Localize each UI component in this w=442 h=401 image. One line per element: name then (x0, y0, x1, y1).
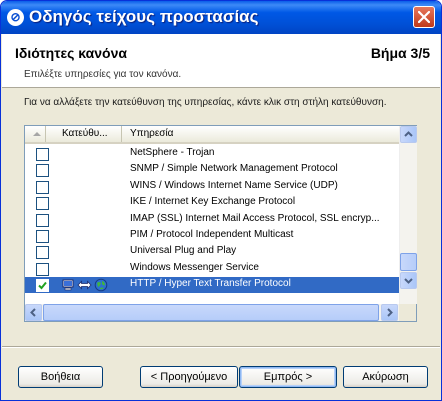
scrollbar-corner (399, 304, 416, 321)
step-indicator: Βήμα 3/5 (370, 45, 430, 61)
column-header-check[interactable] (25, 126, 46, 142)
services-list[interactable]: Κατεύθυ... Υπηρεσία NetSphere - Trojan SN… (24, 125, 417, 322)
service-checkbox[interactable] (36, 262, 49, 276)
firewall-app-icon: ⊘ (7, 9, 24, 26)
list-item[interactable]: HTTP / Hyper Text Transfer Protocol (25, 277, 399, 294)
service-checkbox[interactable] (36, 164, 49, 178)
scroll-right-button[interactable] (381, 304, 398, 321)
scroll-down-button[interactable] (400, 272, 417, 289)
vertical-scroll-thumb[interactable] (400, 253, 417, 271)
list-item[interactable]: NetSphere - Trojan (25, 146, 399, 162)
list-header: Κατεύθυ... Υπηρεσία (25, 126, 399, 144)
wizard-header: Ιδιότητες κανόνα Βήμα 3/5 Επιλέξτε υπηρε… (2, 34, 440, 88)
list-rows: NetSphere - Trojan SNMP / Simple Network … (25, 146, 399, 294)
list-item[interactable]: Windows Messenger Service (25, 261, 399, 277)
horizontal-scroll-thumb[interactable] (43, 304, 379, 321)
chevron-left-icon (30, 308, 36, 317)
chevron-right-icon (387, 308, 393, 317)
cancel-button[interactable]: Ακύρωση (343, 366, 428, 388)
chevron-up-icon (404, 131, 413, 137)
list-item[interactable]: PIM / Protocol Independent Multicast (25, 228, 399, 244)
service-checkbox[interactable] (36, 279, 49, 293)
chevron-down-icon (404, 278, 413, 284)
service-name: IKE / Internet Key Exchange Protocol (130, 196, 296, 208)
list-item[interactable]: IKE / Internet Key Exchange Protocol (25, 195, 399, 211)
list-item[interactable]: WINS / Windows Internet Name Service (UD… (25, 179, 399, 195)
scroll-left-button[interactable] (25, 304, 42, 321)
button-separator (2, 346, 440, 348)
service-name: PIM / Protocol Independent Multicast (130, 229, 294, 240)
service-name: HTTP / Hyper Text Transfer Protocol (130, 278, 291, 290)
direction-cell[interactable] (61, 278, 108, 292)
computer-icon (62, 279, 74, 291)
list-item[interactable]: Universal Plug and Play (25, 244, 399, 260)
title-bar[interactable]: ⊘ Οδηγός τείχους προστασίας (1, 1, 441, 34)
globe-icon (94, 278, 108, 292)
page-subtitle: Επιλέξτε υπηρεσίες για τον κανόνα. (24, 69, 182, 80)
service-checkbox[interactable] (36, 246, 49, 260)
service-name: NetSphere - Trojan (130, 147, 215, 158)
scroll-up-button[interactable] (400, 126, 417, 143)
service-checkbox[interactable] (36, 180, 49, 194)
column-header-service[interactable]: Υπηρεσία (124, 126, 400, 142)
service-name: Windows Messenger Service (130, 261, 259, 273)
close-button[interactable] (413, 6, 435, 28)
service-name: Universal Plug and Play (130, 245, 237, 257)
vertical-scrollbar[interactable] (399, 126, 417, 304)
back-button[interactable]: < Προηγούμενο (140, 366, 238, 388)
service-checkbox[interactable] (36, 230, 49, 243)
close-icon (418, 11, 430, 23)
horizontal-scrollbar[interactable] (25, 304, 399, 321)
service-checkbox[interactable] (36, 148, 49, 161)
next-button[interactable]: Εμπρός > (239, 366, 337, 388)
column-header-direction[interactable]: Κατεύθυ... (46, 126, 122, 142)
service-checkbox[interactable] (36, 213, 49, 227)
list-item[interactable]: IMAP (SSL) Internet Mail Access Protocol… (25, 212, 399, 228)
window-title: Οδηγός τείχους προστασίας (29, 7, 259, 26)
bidirectional-arrow-icon (77, 280, 92, 290)
checkmark-icon (38, 282, 47, 290)
service-name: WINS / Windows Internet Name Service (UD… (130, 179, 338, 191)
service-name: IMAP (SSL) Internet Mail Access Protocol… (130, 212, 380, 224)
sort-arrow-icon (33, 132, 41, 136)
firewall-wizard-window: ⊘ Οδηγός τείχους προστασίας Ιδιότητες κα… (0, 0, 442, 401)
instruction-text: Για να αλλάξετε την κατεύθυνση της υπηρε… (24, 97, 387, 108)
service-checkbox[interactable] (36, 197, 49, 211)
service-name: SNMP / Simple Network Management Protoco… (130, 163, 338, 175)
page-title: Ιδιότητες κανόνα (15, 45, 127, 61)
list-item[interactable]: SNMP / Simple Network Management Protoco… (25, 162, 399, 178)
help-button[interactable]: Βοήθεια (18, 366, 103, 388)
